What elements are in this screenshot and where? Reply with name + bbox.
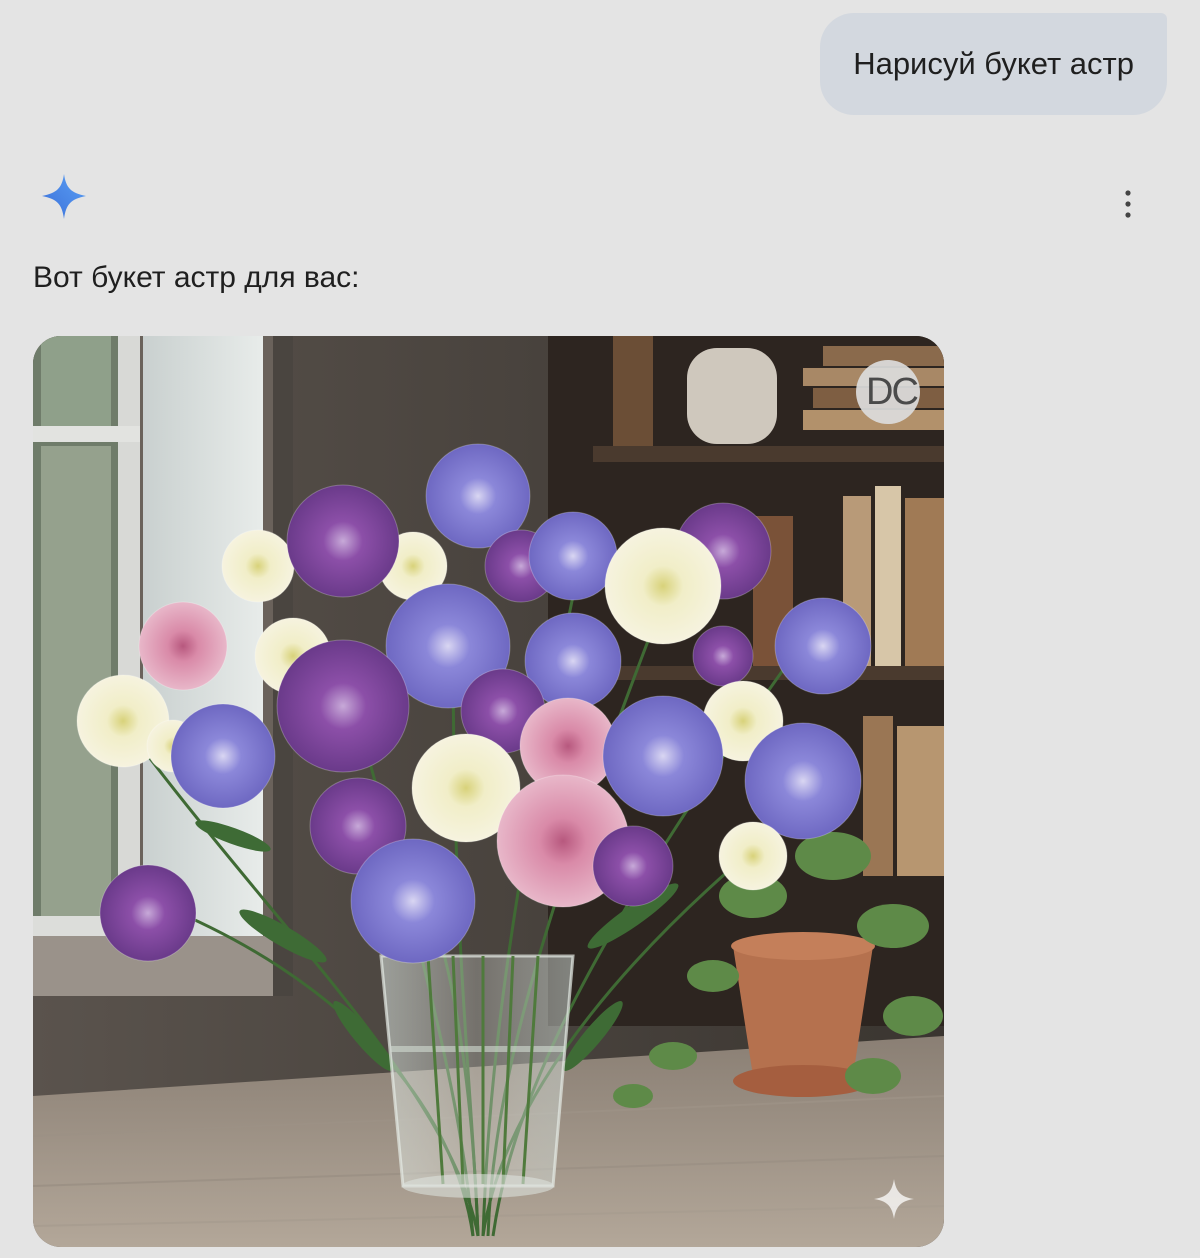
assistant-response-text: Вот букет астр для вас: [33,261,360,294]
image-badge[interactable]: DC [856,360,920,424]
more-vertical-icon [1125,190,1131,218]
generated-image[interactable]: DC [33,336,944,1247]
aster-bouquet-image [33,336,944,1247]
more-options-button[interactable] [1110,184,1146,224]
user-message-bubble: Нарисуй букет астр [820,13,1167,115]
sparkle-icon [872,1177,916,1221]
image-badge-text: DC [866,370,919,413]
gemini-sparkle-icon [40,173,88,221]
user-message-text: Нарисуй букет астр [853,46,1134,81]
